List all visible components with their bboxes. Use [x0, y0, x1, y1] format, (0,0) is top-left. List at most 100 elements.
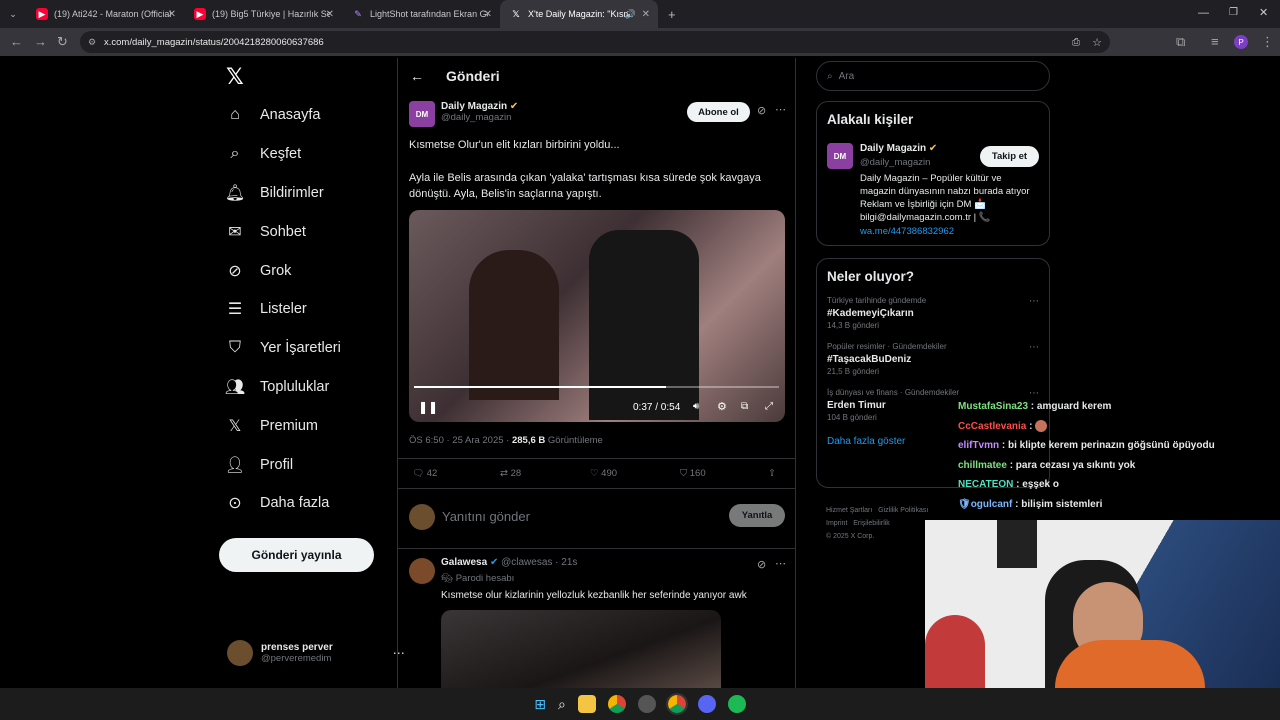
close-tab-icon[interactable]: ✕: [642, 9, 650, 20]
windows-start-icon[interactable]: ⊞: [534, 696, 546, 713]
search-icon[interactable]: ⌕: [558, 696, 566, 713]
more-icon[interactable]: ⋯: [1029, 342, 1039, 353]
post-text: Ayla ile Belis arasında çıkan 'yalaka' t…: [409, 172, 761, 200]
close-tab-icon[interactable]: ✕: [168, 9, 176, 20]
back-icon[interactable]: ←: [10, 34, 23, 49]
sidebar-item-home[interactable]: ⌂ Anasayfa: [210, 96, 396, 135]
sidebar-item-premium[interactable]: 𝕏 Premium: [210, 406, 396, 445]
sidebar-item-grok[interactable]: ⊘ Grok: [210, 251, 396, 290]
sidebar-item-bookmarks[interactable]: ⛉ Yer İşaretleri: [210, 329, 396, 368]
spotify-icon[interactable]: [727, 695, 746, 713]
reload-icon[interactable]: ↻: [57, 34, 68, 50]
chrome-icon[interactable]: [665, 693, 688, 715]
post-author[interactable]: DM Daily Magazin ✔ @daily_magazin: [409, 101, 518, 127]
avatar: [409, 504, 435, 530]
reply-input[interactable]: Yanıtını gönder: [442, 509, 530, 524]
bookmark-count: 160: [689, 468, 706, 479]
pause-icon[interactable]: ❚❚: [418, 400, 438, 414]
new-tab-button[interactable]: +: [668, 7, 676, 22]
chat-message: chillmatee : para cezası ya sıkıntı yok: [958, 456, 1278, 476]
repost-button[interactable]: ⇄ 28: [500, 468, 590, 479]
media-icon[interactable]: ≡: [1211, 34, 1219, 49]
grok-icon: ⊘: [228, 262, 242, 280]
share-icon[interactable]: ⇪: [768, 468, 776, 479]
like-button[interactable]: ♡ 490: [590, 468, 680, 479]
trend-name: #KademeyiÇıkarın: [827, 308, 914, 319]
sidebar-nav: ⌂ Anasayfa ⌕ Keşfet 🔔︎ Bildirimler ✉ Sohbet …: [210, 96, 396, 523]
browser-tab[interactable]: ▶ (19) Ati242 - Maraton (Official V ✕: [26, 0, 184, 28]
discord-icon[interactable]: [697, 695, 716, 713]
video-progress-track[interactable]: [414, 386, 779, 388]
sidebar-item-profile[interactable]: 👤︎ Profil: [210, 445, 396, 484]
sidebar-item-communities[interactable]: 👥︎ Topluluklar: [210, 368, 396, 407]
chat-user: ogulcanf: [970, 498, 1013, 510]
video-player[interactable]: ❚❚ 0:37 / 0:54 🔊︎ ⚙ ⧉ ⤢: [409, 210, 785, 422]
back-arrow-icon[interactable]: ←: [410, 68, 424, 84]
browser-tab[interactable]: ✎ LightShot tarafından Ekran Gör ✕: [342, 0, 500, 28]
browser-tab-active[interactable]: 𝕏 X'te Daily Magazin: "Kısmet 🔊 ✕: [500, 0, 658, 28]
trend-item[interactable]: Türkiye tarihinde gündemde #KademeyiÇıkar…: [817, 290, 1049, 336]
reply-button[interactable]: 🗨︎ 42: [412, 468, 500, 479]
more-icon[interactable]: ⋯: [775, 557, 786, 570]
menu-icon[interactable]: ⋮: [1261, 34, 1274, 50]
post-timestamp: ÖS 6:50 · 25 Ara 2025 ·: [409, 435, 512, 446]
extensions-icon[interactable]: ⧉: [1176, 34, 1185, 50]
tab-search-icon[interactable]: ⌄: [0, 9, 26, 20]
page-title: Gönderi: [446, 68, 500, 84]
search-icon: ⌕: [827, 70, 833, 82]
speaker-icon[interactable]: 🔊: [625, 9, 636, 20]
site-info-icon[interactable]: ⚙: [88, 37, 96, 48]
sidebar-item-lists[interactable]: ☰ Listeler: [210, 290, 396, 329]
grok-icon[interactable]: ⊘: [757, 558, 766, 571]
chat-text: : amguard kerem: [1028, 401, 1112, 412]
browser-tab[interactable]: ▶ (19) Big5 Türkiye | Hazırlık Sezo ✕: [184, 0, 342, 28]
author-name: Daily Magazin: [441, 101, 508, 112]
minimize-button[interactable]: —: [1198, 7, 1209, 19]
more-icon[interactable]: ⋯: [775, 103, 786, 116]
more-icon[interactable]: ⋯: [1029, 296, 1039, 307]
x-logo-icon[interactable]: 𝕏: [226, 64, 244, 90]
volume-icon[interactable]: 🔊︎: [693, 401, 699, 412]
avatar: DM: [827, 143, 853, 169]
restore-button[interactable]: ❐: [1229, 7, 1238, 18]
app-icon[interactable]: [637, 695, 656, 713]
account-switcher[interactable]: prenses perver @perveremedim ⋯: [227, 640, 405, 666]
reply-author[interactable]: Galawesa ✔ @clawesas · 21s: [441, 557, 577, 568]
close-tab-icon[interactable]: ✕: [326, 9, 334, 20]
sidebar-item-notifications[interactable]: 🔔︎ Bildirimler: [210, 174, 396, 213]
profile-avatar[interactable]: P: [1234, 35, 1248, 49]
footer-link[interactable]: Gizlilik Politikası: [878, 507, 928, 514]
x-icon: 𝕏: [228, 417, 242, 435]
follow-button[interactable]: Takip et: [980, 146, 1039, 167]
close-window-button[interactable]: ✕: [1259, 6, 1268, 19]
post-button[interactable]: Gönderi yayınla: [219, 538, 374, 572]
forward-icon[interactable]: →: [34, 34, 47, 49]
settings-gear-icon[interactable]: ⚙: [717, 400, 727, 413]
reply-submit-button[interactable]: Yanıtla: [729, 504, 785, 527]
bookmark-star-icon[interactable]: ☆: [1092, 36, 1102, 49]
related-link[interactable]: wa.me/447386832962: [860, 226, 954, 237]
footer-link[interactable]: Imprint: [826, 520, 847, 527]
sidebar-item-messages[interactable]: ✉ Sohbet: [210, 212, 396, 251]
sidebar-item-explore[interactable]: ⌕ Keşfet: [210, 135, 396, 174]
chat-user: NECATEON: [958, 479, 1014, 490]
reply-media[interactable]: [441, 610, 721, 690]
bookmark-button[interactable]: ⛉ 160: [680, 468, 768, 479]
mail-icon: ✉: [228, 223, 242, 241]
install-icon[interactable]: ⎙: [1072, 37, 1080, 48]
fullscreen-icon[interactable]: ⤢: [765, 401, 773, 412]
chrome-icon[interactable]: [607, 695, 626, 713]
footer-link[interactable]: Erişilebilirlik: [853, 520, 890, 527]
close-tab-icon[interactable]: ✕: [484, 9, 492, 20]
trend-item[interactable]: Popüler resimler · Gündemdekiler #Taşacak…: [817, 336, 1049, 382]
pip-icon[interactable]: ⧉: [741, 401, 748, 412]
footer-link[interactable]: Hizmet Şartları: [826, 507, 872, 514]
chat-user: elifTvmn: [958, 440, 1000, 451]
sidebar-item-more[interactable]: ⊙ Daha fazla: [210, 484, 396, 523]
grok-icon[interactable]: ⊘: [757, 104, 766, 117]
search-input[interactable]: ⌕ Ara: [816, 61, 1050, 91]
chat-message: MustafaSina23 : amguard kerem: [958, 397, 1278, 417]
url-field[interactable]: ⚙ x.com/daily_magazin/status/20042182800…: [80, 31, 1110, 53]
file-explorer-icon[interactable]: [577, 695, 596, 713]
subscribe-button[interactable]: Abone ol: [687, 102, 750, 122]
